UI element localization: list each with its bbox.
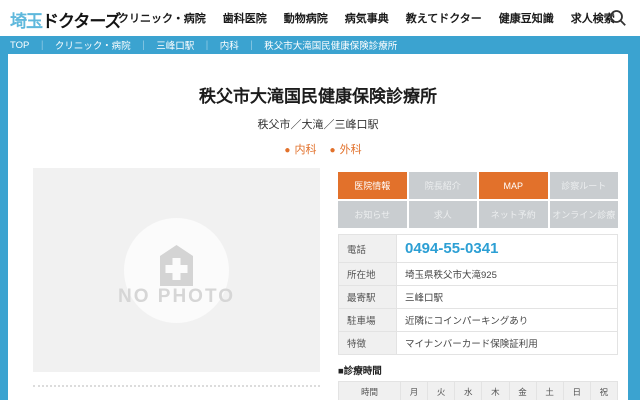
info-label-phone: 電話 <box>338 234 397 263</box>
tab-visit-route[interactable]: 診察ルート <box>549 172 618 199</box>
phone-number-link[interactable]: 0494-55-0341 <box>396 234 618 263</box>
logo-part-saitama: 埼玉 <box>10 12 43 31</box>
tab-jobs[interactable]: 求人 <box>408 201 477 228</box>
breadcrumb: TOP ｜ クリニック・病院 ｜ 三峰口駅 ｜ 内科 ｜ 秩父市大滝国民健康保険… <box>0 36 640 54</box>
tab-director-profile[interactable]: 院長紹介 <box>408 172 477 199</box>
nav-item-disease-dictionary[interactable]: 病気事典 <box>345 10 389 26</box>
schedule-header-holiday: 祝 <box>589 381 619 400</box>
info-label-parking: 駐車場 <box>338 308 397 332</box>
breadcrumb-station[interactable]: 三峰口駅 <box>156 38 194 52</box>
nav-item-dental[interactable]: 歯科医院 <box>223 10 267 26</box>
clinic-tabs: 医院情報 院長紹介 MAP 診察ルート お知らせ 求人 ネット予約 オンライン診… <box>338 172 618 228</box>
breadcrumb-top[interactable]: TOP <box>10 40 29 51</box>
info-label-features: 特徴 <box>338 331 397 355</box>
table-row: 所在地 埼玉県秩父市大滝925 <box>338 262 618 286</box>
clinic-detail-card: 秩父市大滝国民健康保険診療所 秩父市／大滝／三峰口駅 ● 内科 ● 外科 NO PH… <box>8 54 628 400</box>
nav-item-ask-doctor[interactable]: 教えてドクター <box>406 10 482 26</box>
clinic-area: 秩父市／大滝／三峰口駅 <box>257 119 379 131</box>
schedule-header-mon: 月 <box>399 381 429 400</box>
schedule-header-row: 時間 月 火 水 木 金 土 日 祝 <box>338 381 619 400</box>
info-value-parking: 近隣にコインパーキングあり <box>396 308 618 332</box>
info-value-nearest-station: 三峰口駅 <box>396 285 618 309</box>
page-background: 秩父市大滝国民健康保険診療所 秩父市／大滝／三峰口駅 ● 内科 ● 外科 NO PH… <box>0 54 640 400</box>
info-value-features: マイナンバーカード保険証利用 <box>396 331 618 355</box>
schedule-section-title: ■診療時間 <box>338 366 382 377</box>
photo-column: NO PHOTO <box>33 168 320 400</box>
tab-clinic-info[interactable]: 医院情報 <box>338 172 407 199</box>
info-column: 医院情報 院長紹介 MAP 診察ルート お知らせ 求人 ネット予約 オンライン診… <box>338 168 619 400</box>
department-tag-internal-medicine[interactable]: 内科 <box>294 144 316 156</box>
info-value-address: 埼玉県秩父市大滝925 <box>396 262 618 286</box>
schedule-header-tue: 火 <box>427 381 456 400</box>
info-label-nearest-station: 最寄駅 <box>338 285 397 309</box>
site-header: 埼玉ドクターズ クリニック・病院 歯科医院 動物病院 病気事典 教えてドクター … <box>0 0 640 36</box>
dotted-divider <box>33 385 320 387</box>
tab-map[interactable]: MAP <box>479 172 548 199</box>
page-title: 秩父市大滝国民健康保険診療所 <box>199 87 437 106</box>
schedule-header-time: 時間 <box>338 381 401 400</box>
table-row: 最寄駅 三峰口駅 <box>338 285 618 309</box>
nav-item-health-tips[interactable]: 健康豆知識 <box>499 10 554 26</box>
nav-item-animal[interactable]: 動物病院 <box>284 10 328 26</box>
schedule-header-sat: 土 <box>535 381 564 400</box>
breadcrumb-separator: ｜ <box>37 41 47 52</box>
department-tags: ● 内科 ● 外科 <box>8 141 628 157</box>
schedule-table: 時間 月 火 水 木 金 土 日 祝 09:00~11:30 ● <box>338 381 619 400</box>
logo-part-doctors: ドクターズ <box>42 12 121 31</box>
tab-online-booking[interactable]: ネット予約 <box>479 201 548 228</box>
schedule-header-wed: 水 <box>454 381 483 400</box>
tab-news[interactable]: お知らせ <box>338 201 407 228</box>
table-row: 駐車場 近隣にコインパーキングあり <box>338 308 618 332</box>
department-bullet-icon: ● <box>284 145 291 156</box>
breadcrumb-separator: ｜ <box>202 41 212 52</box>
breadcrumb-separator: ｜ <box>138 41 149 52</box>
schedule-header-fri: 金 <box>508 381 537 400</box>
table-row: 電話 0494-55-0341 <box>338 234 618 263</box>
department-tag-surgery[interactable]: 外科 <box>340 144 362 156</box>
table-row: 特徴 マイナンバーカード保険証利用 <box>338 331 618 355</box>
schedule-header-sun: 日 <box>562 381 591 400</box>
clinic-info-table: 電話 0494-55-0341 所在地 埼玉県秩父市大滝925 最寄駅 三峰口駅 <box>338 234 618 355</box>
breadcrumb-current-page: 秩父市大滝国民健康保険診療所 <box>264 41 398 52</box>
no-photo-label: NO PHOTO <box>118 286 235 307</box>
department-bullet-icon: ● <box>329 145 336 156</box>
search-icon[interactable] <box>609 9 627 27</box>
info-label-address: 所在地 <box>338 262 397 286</box>
schedule-header-thu: 木 <box>481 381 510 400</box>
breadcrumb-department[interactable]: 内科 <box>220 38 239 52</box>
clinic-photo-placeholder: NO PHOTO <box>33 168 320 372</box>
nav-item-clinics[interactable]: クリニック・病院 <box>118 10 206 26</box>
global-nav: クリニック・病院 歯科医院 動物病院 病気事典 教えてドクター 健康豆知識 求人… <box>118 0 615 36</box>
breadcrumb-clinics[interactable]: クリニック・病院 <box>55 38 131 52</box>
breadcrumb-separator: ｜ <box>246 41 257 52</box>
site-logo[interactable]: 埼玉ドクターズ <box>10 7 121 32</box>
tab-online-consultation[interactable]: オンライン診療 <box>549 201 618 228</box>
